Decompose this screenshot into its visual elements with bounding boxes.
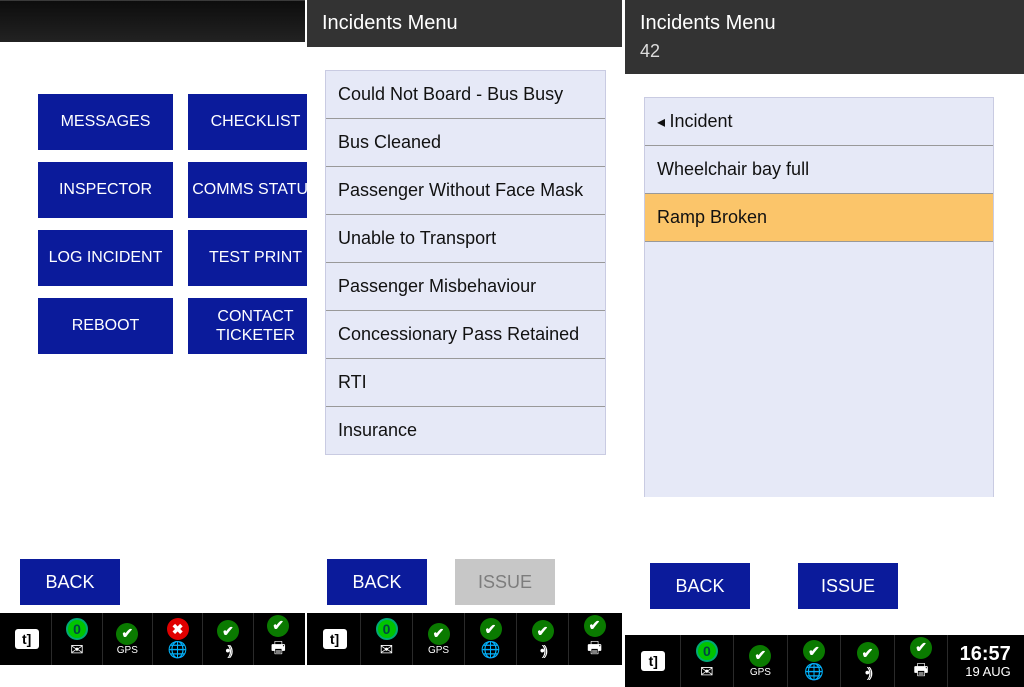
messages-status[interactable]: 0 ✉ [681,635,735,687]
incidents-menu-screen: Incidents Menu Could Not Board - Bus Bus… [307,0,622,665]
printer-icon: 🖶 [587,637,602,664]
contactless-icon: •)) [225,642,230,658]
panel1-header [0,0,305,42]
mail-icon: ✉ [70,640,83,660]
contactless-icon: •)) [540,642,545,658]
contactless-status[interactable]: ✔ •)) [841,635,895,687]
gps-status[interactable]: ✔ GPS [103,613,153,665]
printer-status[interactable]: ✔ 🖶 [895,635,949,687]
reboot-button[interactable]: REBOOT [38,298,173,354]
globe-icon: 🌐 [804,662,824,682]
messages-button[interactable]: MESSAGES [38,94,173,150]
ticketer-logo: t] [2,613,52,665]
back-button[interactable]: BACK [20,559,120,605]
panel3-title: Incidents Menu [640,12,1009,35]
contact-ticketer-button[interactable]: CONTACT TICKETER [188,298,323,354]
printer-status[interactable]: ✔ 🖶 [254,613,303,665]
list-item[interactable]: RTI [326,359,605,407]
gps-status[interactable]: ✔ GPS [413,613,465,665]
mail-icon: ✉ [380,640,393,660]
list-item[interactable]: Insurance [326,407,605,455]
network-status[interactable]: ✖ 🌐 [153,613,203,665]
panel3-subtitle: 42 [640,41,1009,62]
back-button[interactable]: BACK [327,559,427,605]
list-item[interactable]: Passenger Misbehaviour [326,263,605,311]
mail-icon: ✉ [700,662,713,682]
list-item[interactable]: Concessionary Pass Retained [326,311,605,359]
incidents-list: Could Not Board - Bus Busy Bus Cleaned P… [325,70,606,455]
panel3-header: Incidents Menu 42 [625,0,1024,74]
panel1-status-bar: t] 0 ✉ ✔ GPS ✖ 🌐 ✔ •)) ✔ 🖶 [0,613,305,665]
printer-status[interactable]: ✔ 🖶 [569,613,620,665]
printer-icon: 🖶 [914,659,929,686]
contactless-status[interactable]: ✔ •)) [517,613,569,665]
globe-icon: 🌐 [481,640,501,660]
panel1-bottom-bar: BACK [0,559,305,605]
panel2-title: Incidents Menu [307,0,622,47]
main-menu-screen: MESSAGES CHECKLIST INSPECTOR COMMS STATU… [0,0,305,665]
list-item-selected[interactable]: Ramp Broken [645,194,993,242]
incidents-submenu-screen: Incidents Menu 42 Incident Wheelchair ba… [625,0,1024,687]
list-item[interactable]: Passenger Without Face Mask [326,167,605,215]
inspector-button[interactable]: INSPECTOR [38,162,173,218]
list-item[interactable]: Wheelchair bay full [645,146,993,194]
contactless-icon: •)) [865,664,870,680]
ticketer-logo: t] [309,613,361,665]
issue-button-disabled: ISSUE [455,559,555,605]
list-item[interactable]: Unable to Transport [326,215,605,263]
comms-status-button[interactable]: COMMS STATUS [188,162,323,218]
panel2-status-bar: t] 0 ✉ ✔ GPS ✔ 🌐 ✔ •)) ✔ 🖶 [307,613,622,665]
issue-button[interactable]: ISSUE [798,563,898,609]
network-status[interactable]: ✔ 🌐 [465,613,517,665]
log-incident-button[interactable]: LOG INCIDENT [38,230,173,286]
printer-icon: 🖶 [271,637,286,664]
gps-status[interactable]: ✔ GPS [734,635,788,687]
messages-status[interactable]: 0 ✉ [52,613,102,665]
panel3-bottom-bar: BACK ISSUE [625,563,1024,609]
clock-time: 16:57 [960,643,1011,665]
panel2-bottom-bar: BACK ISSUE [307,559,622,605]
clock-date: 19 AUG [960,665,1011,679]
incidents-list-wrap: Could Not Board - Bus Busy Bus Cleaned P… [325,70,606,455]
breadcrumb-back-item[interactable]: Incident [645,98,993,146]
list-item[interactable]: Could Not Board - Bus Busy [326,71,605,119]
contactless-status[interactable]: ✔ •)) [203,613,253,665]
panel3-status-bar: t] 0 ✉ ✔ GPS ✔ 🌐 ✔ •)) ✔ 🖶 16:57 19 AUG [625,635,1024,687]
globe-icon: 🌐 [168,640,188,660]
main-menu-grid: MESSAGES CHECKLIST INSPECTOR COMMS STATU… [0,42,305,354]
incidents-submenu-list: Incident Wheelchair bay full Ramp Broken [644,97,994,497]
list-item[interactable]: Bus Cleaned [326,119,605,167]
messages-status[interactable]: 0 ✉ [361,613,413,665]
back-button[interactable]: BACK [650,563,750,609]
test-print-button[interactable]: TEST PRINT [188,230,323,286]
clock: 16:57 19 AUG [948,635,1022,687]
ticketer-logo: t] [627,635,681,687]
checklist-button[interactable]: CHECKLIST [188,94,323,150]
network-status[interactable]: ✔ 🌐 [788,635,842,687]
